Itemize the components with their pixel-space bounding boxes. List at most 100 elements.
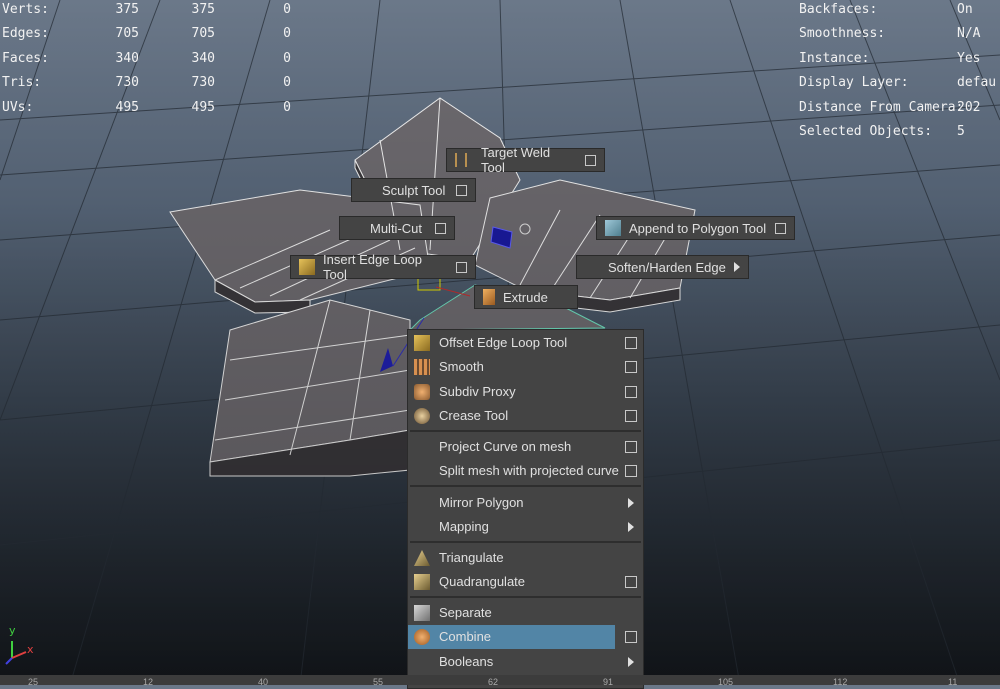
menu-separator: [410, 596, 641, 598]
multi-cut-option-box[interactable]: [435, 222, 446, 234]
menu-item-offset-edge-loop[interactable]: Offset Edge Loop Tool: [408, 331, 643, 355]
mesh-petal-left[interactable]: [169, 189, 431, 303]
hud-stat-value: 340: [115, 50, 139, 66]
hud-stat-label: UVs:: [2, 99, 34, 115]
hud-detail-label: Display Layer:: [799, 75, 909, 91]
timeline-tick-label: 62: [488, 677, 499, 687]
timeline-tick-label: 105: [718, 677, 734, 687]
hud-detail-label: Selected Objects:: [799, 124, 933, 140]
project-curve-option-box[interactable]: [625, 441, 637, 453]
mapping-submenu-arrow: [628, 522, 634, 532]
axis-x-label: x: [27, 643, 34, 656]
smooth-icon: [414, 359, 430, 375]
hud-stat-row: Faces: 340 340 0: [2, 47, 291, 71]
quadrangulate-icon: [414, 574, 430, 590]
target-weld-icon: [455, 153, 467, 167]
quadrangulate-label: Quadrangulate: [439, 574, 526, 589]
poly-count-hud: Verts: 375 375 0 Edges: 705 705 0 Faces: 340 340 0 T…: [2, 0, 291, 120]
subdiv-proxy-option-box[interactable]: [625, 386, 637, 398]
hud-detail-value: defau: [957, 75, 997, 91]
hud-stat-value: 730: [191, 75, 215, 91]
marking-menu-target-weld[interactable]: Target Weld Tool: [446, 145, 605, 175]
hud-detail-value: N/A: [957, 26, 981, 42]
separate-icon: [414, 605, 430, 621]
menu-item-subdiv-proxy[interactable]: Subdiv Proxy: [408, 380, 643, 404]
combine-icon: [414, 629, 430, 645]
insert-edge-loop-icon: [299, 259, 315, 275]
hud-detail-row: Display Layer: defau: [799, 71, 996, 95]
object-details-hud: Backfaces: On Smoothness: N/A Instance: Yes Di…: [799, 0, 996, 144]
menu-item-crease[interactable]: Crease Tool: [408, 404, 643, 428]
insert-edge-loop-option-box[interactable]: [456, 261, 467, 273]
hud-detail-value: On: [957, 2, 973, 17]
smooth-option-box[interactable]: [625, 361, 637, 373]
hud-stat-label: Edges:: [2, 26, 49, 42]
hud-stat-value: 0: [283, 75, 291, 91]
hud-detail-value: 5: [957, 124, 965, 140]
target-weld-option-box[interactable]: [585, 154, 596, 166]
polygon-context-menu: Offset Edge Loop Tool Smooth Subdiv Prox…: [407, 329, 644, 689]
target-weld-label: Target Weld Tool: [481, 145, 551, 175]
marking-menu-insert-edge-loop[interactable]: Insert Edge Loop Tool: [290, 252, 476, 282]
timeline-ruler[interactable]: 25 12 40 55 62 91 105 112 11: [0, 675, 1000, 687]
soften-harden-submenu-arrow: [734, 262, 740, 272]
subdiv-proxy-label: Subdiv Proxy: [439, 384, 516, 399]
menu-item-project-curve[interactable]: Project Curve on mesh: [408, 435, 643, 459]
offset-edge-loop-label: Offset Edge Loop Tool: [439, 335, 568, 350]
marking-menu-multi-cut[interactable]: Multi-Cut: [339, 216, 455, 240]
smooth-label: Smooth: [439, 359, 484, 374]
marking-menu-sculpt[interactable]: Sculpt Tool: [351, 178, 476, 202]
hud-stat-row: UVs: 495 495 0: [2, 96, 291, 120]
hud-stat-value: 705: [115, 26, 139, 42]
hud-stat-row: Edges: 705 705 0: [2, 22, 291, 46]
booleans-label: Booleans: [439, 654, 494, 669]
booleans-submenu-arrow: [628, 657, 634, 667]
hud-detail-row: Distance From Camera:202: [799, 96, 996, 120]
timeline-tick-label: 112: [833, 677, 848, 687]
menu-item-separate[interactable]: Separate: [408, 601, 643, 625]
combine-option-box[interactable]: [625, 631, 637, 643]
crease-option-box[interactable]: [625, 410, 637, 422]
hud-detail-label: Smoothness:: [799, 26, 886, 42]
menu-item-quadrangulate[interactable]: Quadrangulate: [408, 570, 643, 594]
hud-detail-row: Backfaces: On: [799, 0, 996, 22]
hud-stat-label: Tris:: [2, 75, 42, 91]
hud-stat-value: 705: [191, 26, 215, 42]
hud-stat-value: 375: [191, 2, 215, 17]
append-polygon-option-box[interactable]: [775, 222, 786, 234]
menu-item-mirror-polygon[interactable]: Mirror Polygon: [408, 491, 643, 515]
menu-item-triangulate[interactable]: Triangulate: [408, 546, 643, 570]
crease-icon: [414, 408, 430, 424]
quadrangulate-option-box[interactable]: [625, 576, 637, 588]
triangulate-label: Triangulate: [439, 550, 504, 565]
subdiv-proxy-icon: [414, 384, 430, 400]
hud-stat-value: 0: [283, 99, 291, 115]
offset-edge-loop-option-box[interactable]: [625, 337, 637, 349]
hud-detail-label: Backfaces:: [799, 2, 878, 17]
marking-menu-extrude[interactable]: Extrude: [474, 285, 578, 309]
extrude-icon: [483, 289, 495, 305]
marking-menu-soften-harden[interactable]: Soften/Harden Edge: [576, 255, 749, 279]
hud-stat-label: Verts:: [2, 2, 49, 17]
sculpt-label: Sculpt Tool: [382, 182, 446, 198]
menu-separator: [410, 485, 641, 487]
soften-harden-label: Soften/Harden Edge: [608, 259, 726, 275]
split-mesh-option-box[interactable]: [625, 465, 637, 477]
timeline-tick-label: 91: [603, 677, 614, 687]
menu-item-split-mesh[interactable]: Split mesh with projected curve: [408, 459, 643, 483]
hud-detail-row: Selected Objects: 5: [799, 120, 996, 144]
project-curve-label: Project Curve on mesh: [439, 439, 572, 454]
sculpt-option-box[interactable]: [456, 184, 467, 196]
marking-menu-append-polygon[interactable]: Append to Polygon Tool: [596, 216, 795, 240]
menu-item-smooth[interactable]: Smooth: [408, 355, 643, 379]
hud-stat-row: Tris: 730 730 0: [2, 71, 291, 95]
hud-stat-value: 340: [191, 50, 215, 66]
menu-item-combine[interactable]: Combine: [408, 625, 615, 649]
menu-item-booleans[interactable]: Booleans: [408, 650, 643, 674]
menu-item-mapping[interactable]: Mapping: [408, 515, 643, 539]
combine-label: Combine: [439, 629, 492, 644]
hud-detail-row: Instance: Yes: [799, 47, 996, 71]
mirror-polygon-label: Mirror Polygon: [439, 495, 524, 510]
hud-stat-label: Faces:: [2, 50, 49, 66]
hud-stat-value: 495: [115, 99, 139, 115]
